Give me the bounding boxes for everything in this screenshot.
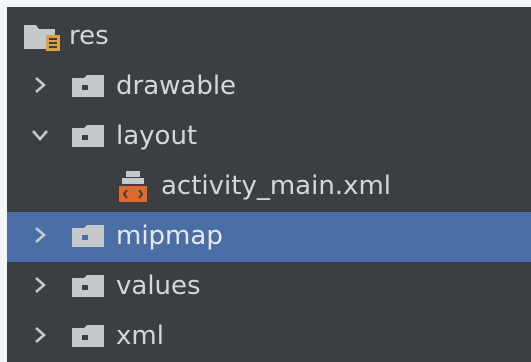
tree-item-label: layout [116, 121, 198, 151]
folder-icon [70, 72, 108, 102]
tree-item-label: values [116, 271, 201, 301]
tree-item-res[interactable]: res [7, 12, 531, 62]
tree-item-label: res [69, 21, 109, 51]
layout-xml-file-icon [116, 168, 152, 204]
tree-item-drawable[interactable]: drawable [7, 62, 531, 112]
tree-item-layout[interactable]: layout [7, 112, 531, 162]
chevron-right-icon[interactable] [29, 274, 51, 296]
chevron-down-icon[interactable] [29, 124, 51, 146]
folder-icon [70, 122, 108, 152]
project-tree-panel: res drawable layout activity_main.xml mi… [7, 7, 531, 362]
resource-folder-icon [22, 21, 64, 53]
tree-item-label: drawable [116, 71, 237, 101]
chevron-right-icon[interactable] [29, 74, 51, 96]
folder-icon [70, 222, 108, 252]
folder-icon [70, 272, 108, 302]
chevron-right-icon[interactable] [29, 224, 51, 246]
tree-item-mipmap[interactable]: mipmap [7, 212, 531, 262]
chevron-right-icon[interactable] [29, 324, 51, 346]
tree-item-values[interactable]: values [7, 262, 531, 312]
tree-item-xml[interactable]: xml [7, 312, 531, 362]
tree-item-label: xml [116, 321, 164, 351]
tree-item-label: mipmap [116, 221, 223, 251]
tree-item-label: activity_main.xml [161, 171, 392, 201]
tree-item-activity-main-xml[interactable]: activity_main.xml [7, 162, 531, 212]
folder-icon [70, 322, 108, 352]
